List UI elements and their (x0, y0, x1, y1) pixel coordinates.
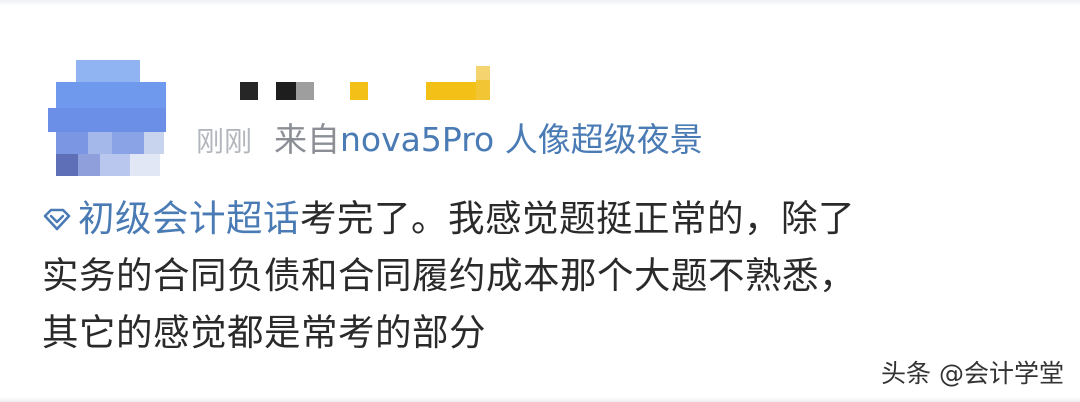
source-prefix: 来自 (274, 120, 341, 159)
avatar-mosaic-block (56, 132, 88, 154)
username-mosaic-block (476, 80, 490, 100)
topic-label: 初级会计超话 (78, 197, 300, 240)
diamond-topic-icon (42, 208, 72, 232)
avatar-mosaic-block (78, 154, 100, 176)
avatar-mosaic-block (76, 60, 140, 82)
bottom-divider (0, 397, 1080, 402)
topic-link[interactable]: 初级会计超话 (42, 197, 300, 240)
watermark: 头条 @会计学堂 (881, 359, 1064, 388)
avatar-mosaic-block (112, 132, 144, 154)
content-text-line-1: 考完了。我感觉题挺正常的，除了 (300, 197, 855, 240)
username-redacted[interactable] (240, 66, 500, 102)
avatar-mosaic-block (100, 154, 130, 176)
avatar-mosaic-block (144, 132, 164, 154)
top-divider (0, 0, 1080, 6)
content-text-line-3: 其它的感觉都是常考的部分 (42, 311, 486, 354)
content-text-line-2: 实务的合同负债和合同履约成本那个大题不熟悉， (42, 254, 856, 297)
content-line: 初级会计超话考完了。我感觉题挺正常的，除了 (42, 190, 1052, 247)
username-mosaic-block (240, 82, 258, 100)
post-time: 刚刚 (196, 125, 253, 158)
avatar-mosaic-block (48, 108, 166, 132)
avatar-mosaic-block (56, 154, 78, 176)
avatar-mosaic-block (130, 154, 160, 176)
avatar-mosaic-block (88, 132, 112, 154)
post-content: 初级会计超话考完了。我感觉题挺正常的，除了 实务的合同负债和合同履约成本那个大题… (42, 190, 1052, 361)
source-device-link[interactable]: nova5Pro 人像超级夜景 (340, 113, 703, 161)
avatar-mosaic-block (56, 82, 166, 108)
post-meta: 刚刚 来自 nova5Pro 人像超级夜景 (196, 113, 703, 161)
username-mosaic-block (350, 82, 368, 100)
username-mosaic-block (476, 66, 490, 80)
post-card: 刚刚 来自 nova5Pro 人像超级夜景 初级会计超话考完了。我感觉题挺正常的… (0, 0, 1080, 402)
username-mosaic-block (276, 82, 296, 100)
avatar[interactable] (48, 60, 168, 178)
username-mosaic-block (426, 82, 476, 100)
username-mosaic-block (296, 82, 314, 100)
